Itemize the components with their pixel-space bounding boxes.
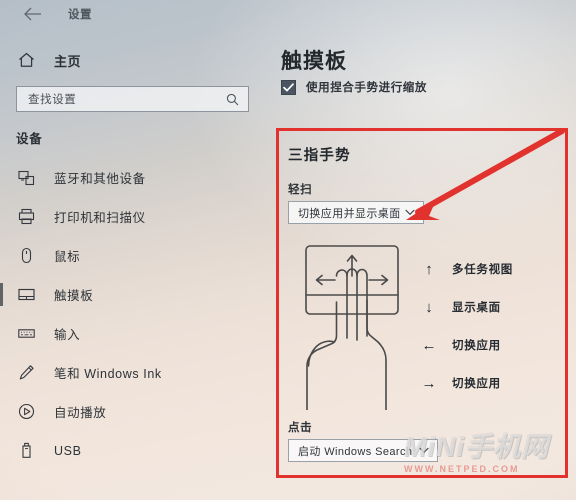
arrow-down-icon: ↓ (425, 298, 433, 316)
sidebar-item-home[interactable]: 主页 (16, 48, 81, 72)
sidebar-item-usb[interactable]: USB (0, 431, 268, 470)
arrow-up-icon: ↑ (425, 260, 433, 278)
settings-window: 设置 主页 查找设置 设备 蓝牙和其他设备 打印机和扫描仪 鼠标 触摸板 输入 … (0, 0, 576, 500)
autoplay-icon (16, 402, 36, 422)
sidebar-item-mouse[interactable]: 鼠标 (0, 236, 268, 275)
legend-row: ↓ 显示桌面 (420, 288, 550, 326)
sidebar-item-label: 蓝牙和其他设备 (54, 172, 146, 186)
sidebar-item-label: USB (54, 443, 82, 458)
sidebar-home-label: 主页 (54, 53, 82, 69)
back-arrow-icon[interactable] (24, 5, 42, 23)
bluetooth-device-icon (16, 168, 36, 188)
swipe-action-dropdown[interactable]: 切换应用并显示桌面 (288, 201, 424, 224)
swipe-action-value: 切换应用并显示桌面 (298, 207, 401, 220)
home-icon (16, 50, 36, 70)
legend-label: 切换应用 (452, 378, 501, 390)
section-title: 三指手势 (288, 148, 351, 164)
sidebar-item-label: 自动播放 (54, 406, 107, 420)
legend-label: 显示桌面 (452, 302, 501, 314)
mouse-icon (16, 246, 36, 266)
main-content: 触摸板 使用捏合手势进行缩放 三指手势 轻扫 切换应用并显示桌面 ↑ 多任务视图… (268, 28, 576, 500)
sidebar-group-title: 设备 (16, 132, 43, 146)
sidebar-item-label: 鼠标 (54, 250, 81, 264)
gesture-legend: ↑ 多任务视图 ↓ 显示桌面 ← 切换应用 → 切换应用 (420, 250, 550, 402)
sidebar-item-touchpad[interactable]: 触摸板 (0, 275, 268, 314)
legend-row: ↑ 多任务视图 (420, 250, 550, 288)
sidebar-item-label: 打印机和扫描仪 (54, 211, 146, 225)
chevron-down-icon (419, 446, 429, 456)
legend-row: ← 切换应用 (420, 326, 550, 364)
pinch-zoom-checkbox[interactable]: 使用捏合手势进行缩放 (281, 79, 427, 95)
tap-action-dropdown[interactable]: 启动 Windows Search (288, 439, 438, 462)
sidebar-item-label: 笔和 Windows Ink (54, 367, 162, 381)
search-icon (226, 93, 239, 106)
sidebar-item-typing[interactable]: 输入 (0, 314, 268, 353)
tap-action-value: 启动 Windows Search (298, 445, 413, 458)
legend-label: 多任务视图 (452, 264, 513, 276)
touchpad-icon (16, 285, 36, 305)
sidebar-item-label: 触摸板 (54, 289, 94, 303)
tap-label: 点击 (288, 422, 313, 434)
page-title: 触摸板 (281, 50, 347, 73)
legend-row: → 切换应用 (420, 364, 550, 402)
sidebar-item-bluetooth[interactable]: 蓝牙和其他设备 (0, 158, 268, 197)
sidebar-item-label: 输入 (54, 328, 81, 342)
arrow-right-icon: → (421, 374, 437, 392)
pen-icon (16, 363, 36, 383)
sidebar: 主页 查找设置 设备 蓝牙和其他设备 打印机和扫描仪 鼠标 触摸板 输入 笔和 … (0, 28, 268, 500)
search-input[interactable]: 查找设置 (16, 86, 249, 112)
legend-label: 切换应用 (452, 340, 501, 352)
chevron-down-icon (405, 208, 415, 218)
sidebar-item-autoplay[interactable]: 自动播放 (0, 392, 268, 431)
swipe-label: 轻扫 (288, 184, 313, 196)
keyboard-icon (16, 324, 36, 344)
usb-icon (16, 441, 36, 461)
sidebar-nav-list: 蓝牙和其他设备 打印机和扫描仪 鼠标 触摸板 输入 笔和 Windows Ink… (0, 158, 268, 470)
search-placeholder: 查找设置 (28, 94, 77, 106)
pinch-zoom-label: 使用捏合手势进行缩放 (306, 82, 427, 94)
window-title: 设置 (68, 9, 92, 21)
sidebar-item-printers[interactable]: 打印机和扫描仪 (0, 197, 268, 236)
title-bar: 设置 (0, 0, 576, 28)
sidebar-item-pen[interactable]: 笔和 Windows Ink (0, 353, 268, 392)
three-finger-touchpad-icon (290, 240, 414, 410)
arrow-left-icon: ← (421, 336, 437, 354)
printer-icon (16, 207, 36, 227)
checkmark-icon (281, 79, 296, 95)
